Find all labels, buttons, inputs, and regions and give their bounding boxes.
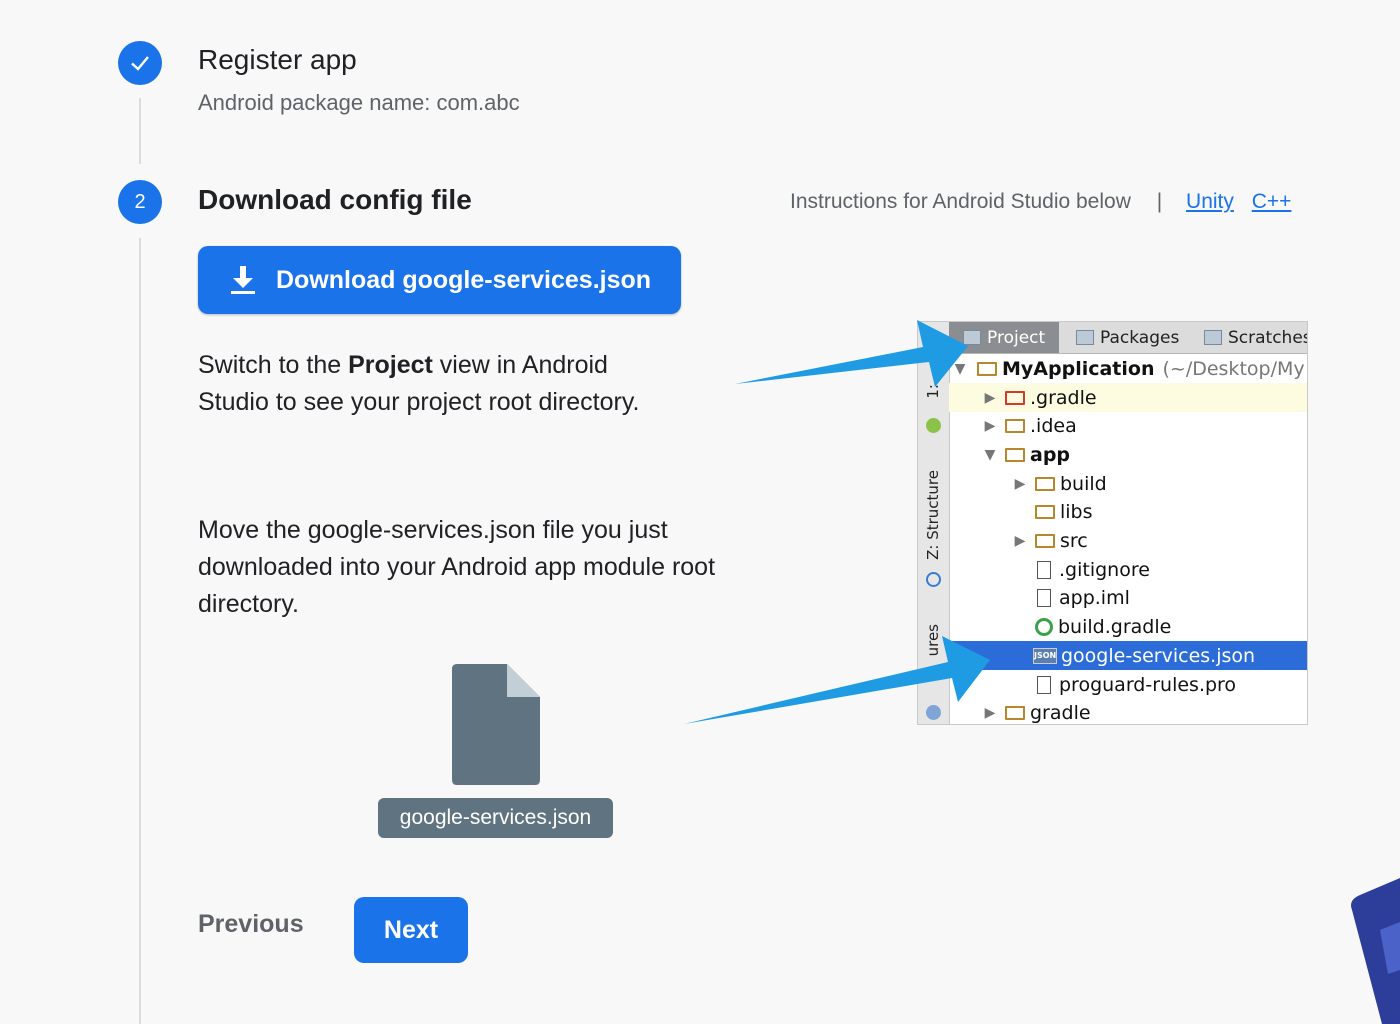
arrow-to-project-tab	[735, 320, 968, 387]
pointer-arrows	[684, 320, 990, 724]
decorative-corner-shape	[1351, 878, 1400, 1024]
arrow-to-json-file	[684, 636, 990, 724]
